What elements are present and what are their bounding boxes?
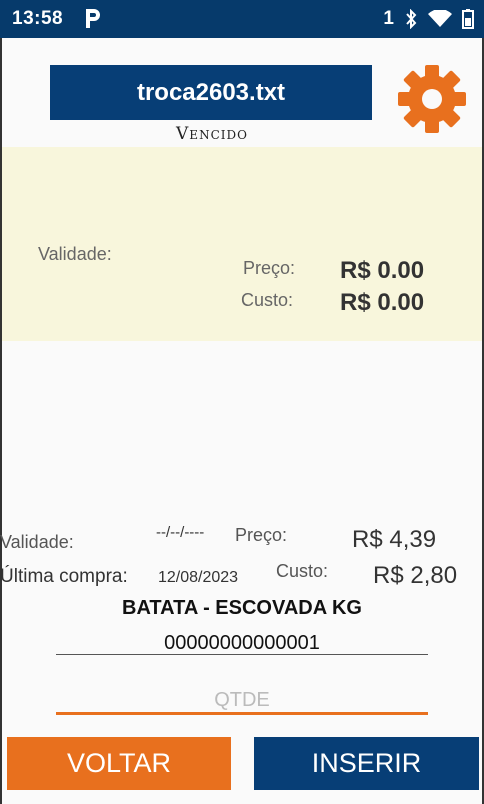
insert-button[interactable]: INSERIR bbox=[254, 737, 479, 790]
panel-custo-label: Custo: bbox=[241, 290, 294, 310]
status-icons: 1 bbox=[383, 8, 474, 30]
status-label: Vencido bbox=[176, 124, 248, 144]
panel-preco-label: Preço: bbox=[243, 258, 296, 278]
bluetooth-icon bbox=[406, 9, 417, 29]
product-code-field[interactable]: 00000000000001 bbox=[56, 632, 428, 655]
file-name-button[interactable]: troca2603.txt bbox=[50, 65, 372, 120]
p-icon bbox=[86, 9, 100, 28]
validade-value: --/--/---- bbox=[156, 524, 205, 541]
panel-validade-label: Validade: bbox=[38, 244, 112, 264]
info-panel: Validade: Preço: R$ 0.00 Custo: R$ 0.00 bbox=[2, 147, 482, 341]
validade-label: Validade: bbox=[0, 532, 74, 552]
custo-value: R$ 2,80 bbox=[373, 562, 458, 589]
custo-label: Custo: bbox=[276, 561, 329, 581]
panel-custo-value: R$ 0.00 bbox=[340, 289, 425, 316]
product-name: BATATA - ESCOVADA KG bbox=[122, 597, 362, 619]
battery-icon bbox=[462, 9, 474, 29]
status-time: 13:58 bbox=[12, 8, 64, 29]
panel-preco-value: R$ 0.00 bbox=[340, 257, 425, 284]
back-button[interactable]: VOLTAR bbox=[7, 737, 231, 790]
ultima-compra-label: Última compra: bbox=[0, 566, 128, 587]
quantity-input[interactable] bbox=[56, 688, 428, 715]
gear-icon[interactable] bbox=[396, 63, 468, 135]
sim-indicator: 1 bbox=[383, 8, 394, 29]
ultima-compra-value: 12/08/2023 bbox=[158, 569, 239, 586]
preco-value: R$ 4,39 bbox=[352, 526, 437, 553]
status-bar: 13:58 1 bbox=[0, 0, 484, 38]
preco-label: Preço: bbox=[235, 525, 288, 545]
wifi-icon bbox=[428, 10, 452, 27]
